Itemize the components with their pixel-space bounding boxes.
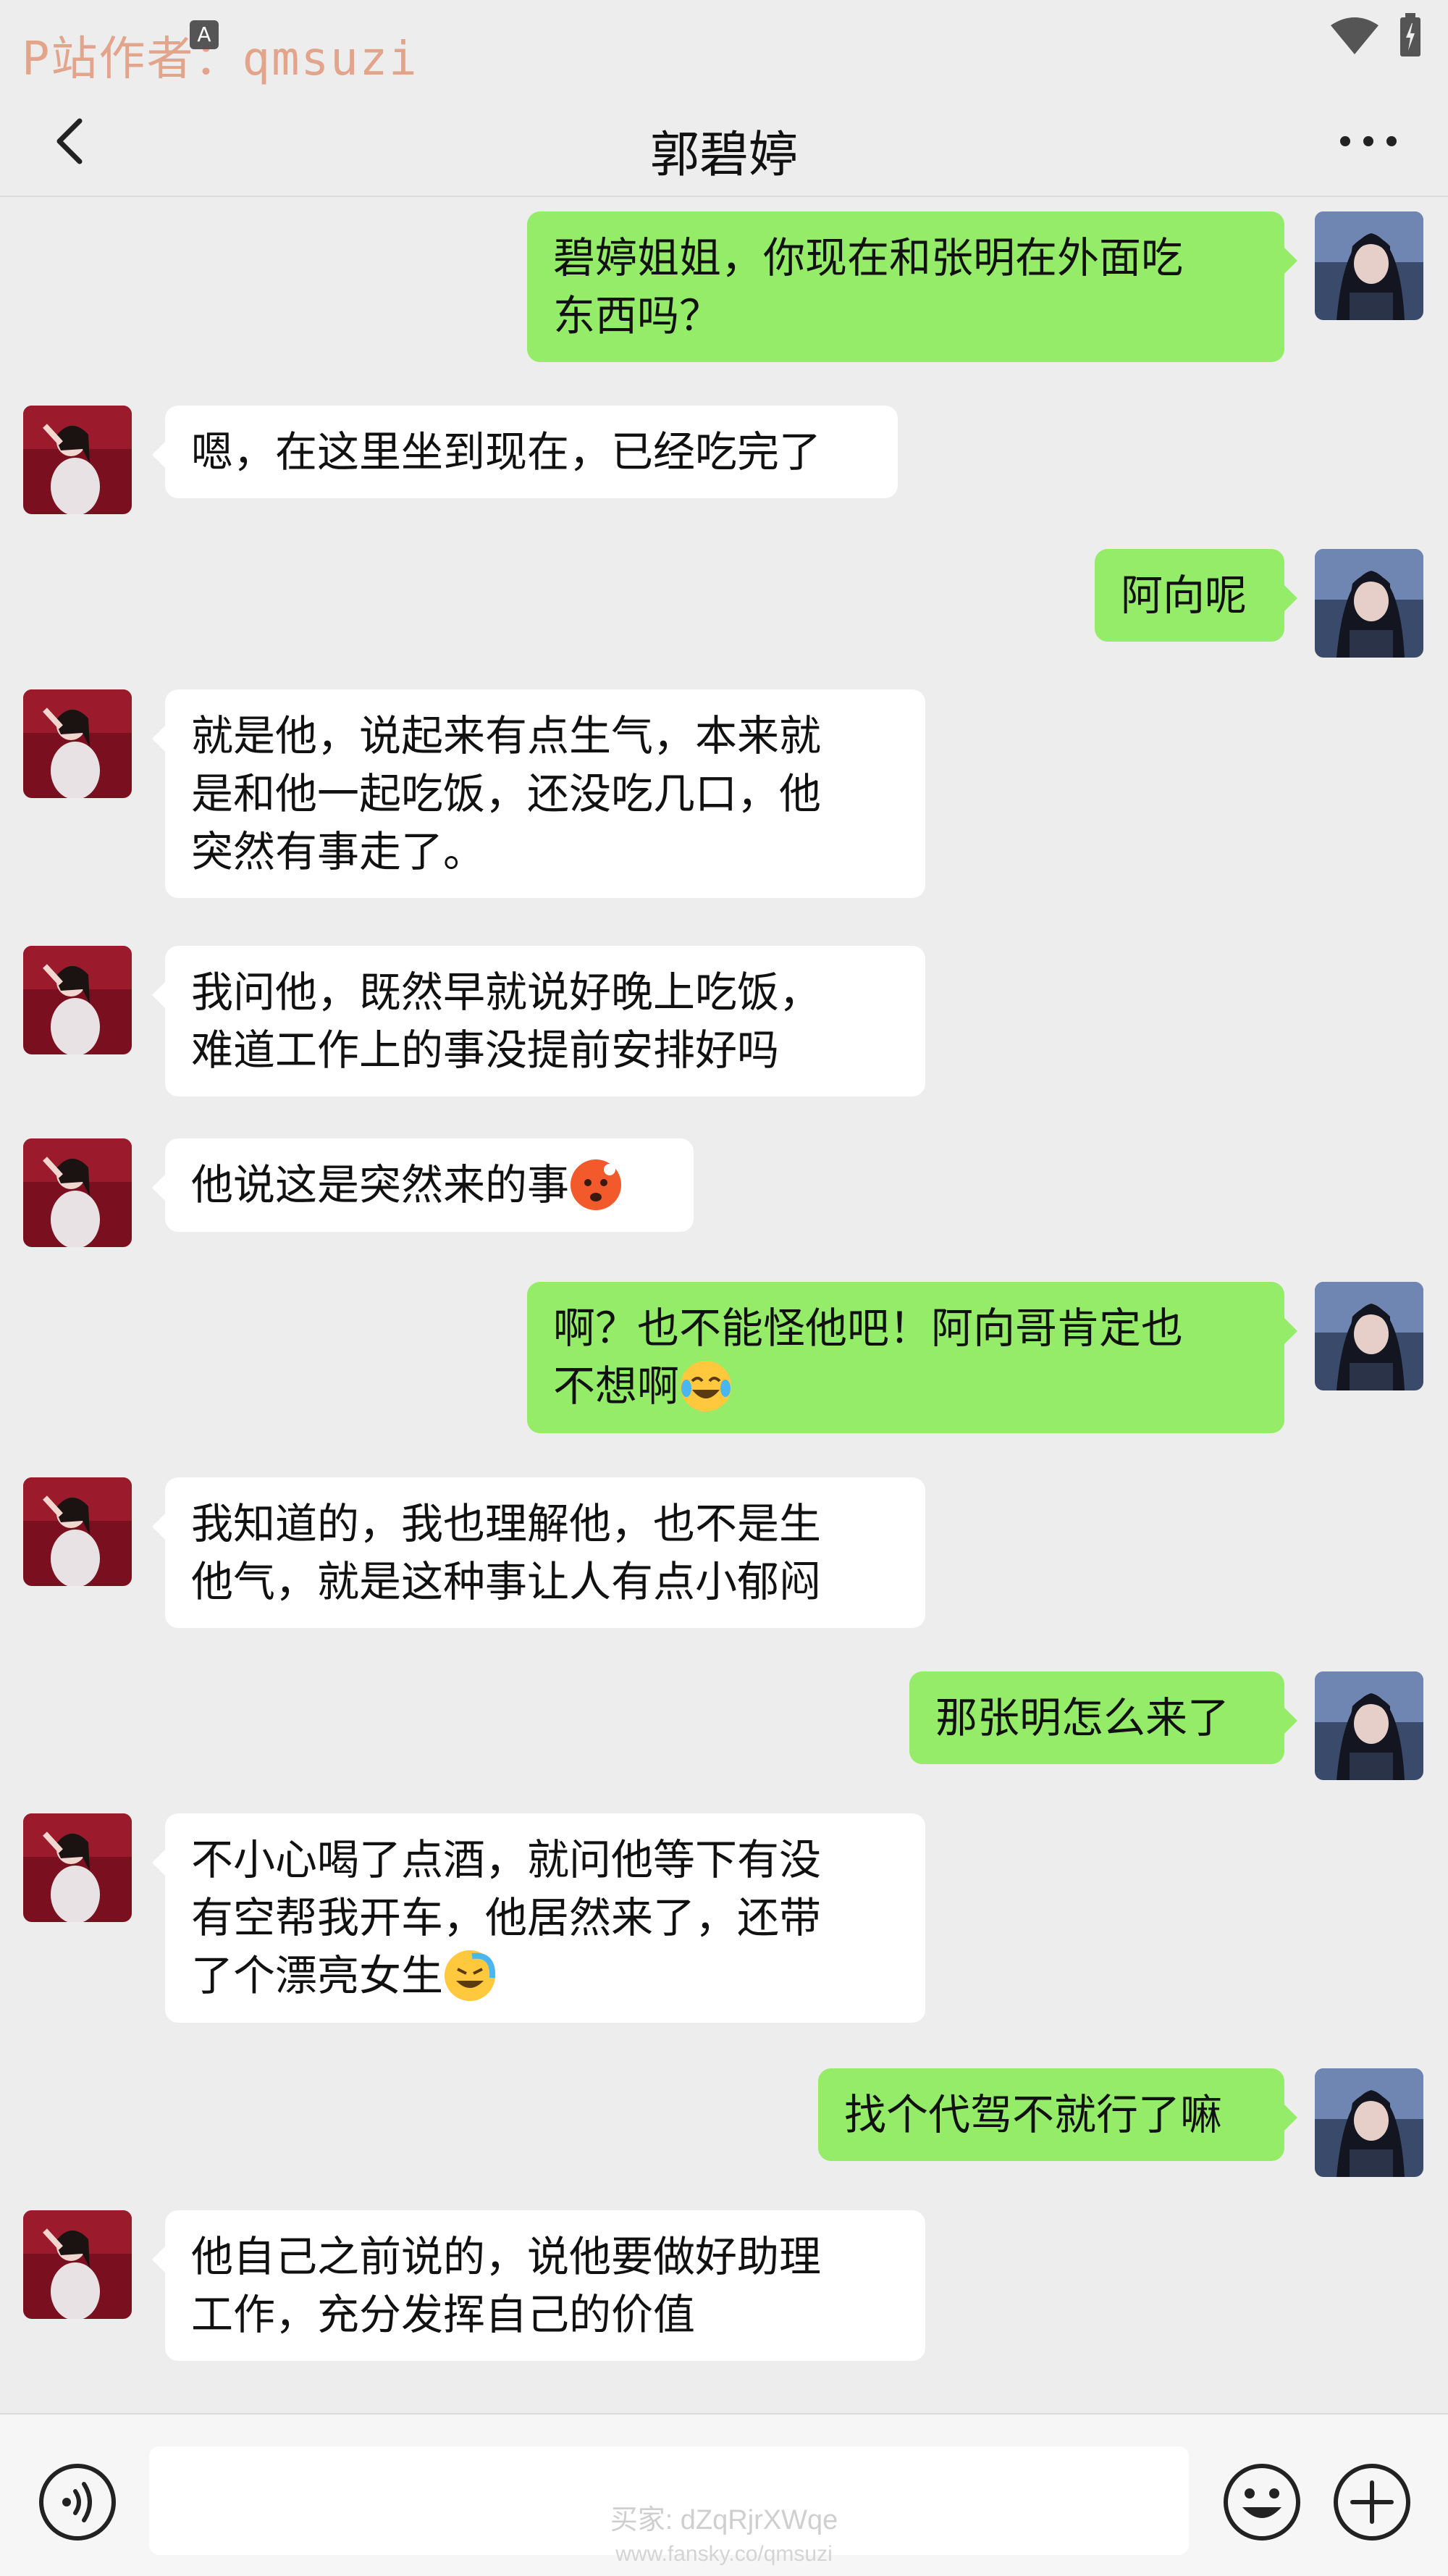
- buyer-watermark: 买家: dZqRjrXWqe: [610, 2505, 838, 2535]
- contact-avatar[interactable]: [23, 689, 132, 798]
- my-avatar[interactable]: [1315, 549, 1423, 658]
- message-text-line: 啊？也不能怪他吧！阿向哥肯定也: [553, 1304, 1184, 1353]
- received-message-bubble[interactable]: 不小心喝了点酒，就问他等下有没 有空帮我开车，他居然来了，还带了个漂亮女生: [152, 1813, 925, 2023]
- sent-message-bubble[interactable]: 阿向呢: [1095, 549, 1297, 642]
- message-list[interactable]: 碧婷姐姐，你现在和张明在外面吃 东西吗？ 嗯，在这里坐到现在，已经吃完了阿向呢就是他…: [0, 197, 1448, 2413]
- my-avatar[interactable]: [1315, 2068, 1423, 2177]
- sent-message-bubble[interactable]: 那张明怎么来了: [909, 1671, 1297, 1764]
- contact-avatar[interactable]: [23, 946, 132, 1054]
- angry-face-emoji: [569, 1158, 623, 1212]
- contact-avatar[interactable]: [23, 2210, 132, 2319]
- message-text-line: 难道工作上的事没提前安排好吗: [191, 1025, 780, 1075]
- chat-screen: P站作者：qmsuzi A 郭碧婷 碧婷姐姐，你现在和张明在外面吃 东西吗？ 嗯，在…: [0, 0, 1448, 2576]
- message-text-line: 阿向呢: [1121, 571, 1247, 620]
- received-message-bubble[interactable]: 他自己之前说的，说他要做好助理 工作，充分发挥自己的价值: [152, 2210, 925, 2361]
- sent-message-bubble[interactable]: 找个代驾不就行了嘛: [818, 2068, 1297, 2161]
- received-message-bubble[interactable]: 我知道的，我也理解他，也不是生 他气，就是这种事让人有点小郁闷: [152, 1477, 925, 1628]
- contact-avatar[interactable]: [23, 1813, 132, 1922]
- message-text-line: 他自己之前说的，说他要做好助理: [191, 2232, 822, 2281]
- contact-avatar[interactable]: [23, 1138, 132, 1247]
- received-message-bubble[interactable]: 我问他，既然早就说好晚上吃饭， 难道工作上的事没提前安排好吗: [152, 946, 925, 1096]
- more-dots-icon[interactable]: [1332, 116, 1405, 167]
- crying-laughing-emoji: [443, 1949, 497, 2002]
- message-text-line: 东西吗？: [553, 291, 722, 340]
- message-text-line: 我问他，既然早就说好晚上吃饭，: [191, 968, 822, 1017]
- notification-a-icon: A: [190, 20, 219, 49]
- message-text-line: 就是他，说起来有点生气，本来就: [191, 711, 822, 760]
- message-text-line: 工作，充分发挥自己的价值: [191, 2290, 696, 2339]
- message-text-line: 他气，就是这种事让人有点小郁闷: [191, 1557, 822, 1606]
- received-message-bubble[interactable]: 他说这是突然来的事: [152, 1138, 694, 1232]
- author-watermark: P站作者：qmsuzi: [22, 33, 418, 86]
- message-text-line: 不想啊: [553, 1357, 1258, 1416]
- message-text-line: 突然有事走了。: [191, 827, 486, 876]
- message-text-line: 那张明怎么来了: [935, 1693, 1230, 1742]
- message-text-line: 他说这是突然来的事: [191, 1156, 668, 1214]
- chat-title: 郭碧婷: [649, 127, 798, 184]
- my-avatar[interactable]: [1315, 1282, 1423, 1390]
- message-text-line: 嗯，在这里坐到现在，已经吃完了: [191, 427, 822, 477]
- message-text-line: 找个代驾不就行了嘛: [844, 2090, 1223, 2139]
- message-text-line: 是和他一起吃饭，还没吃几口，他: [191, 769, 822, 818]
- chat-header: 郭碧婷: [0, 87, 1448, 197]
- my-avatar[interactable]: [1315, 211, 1423, 320]
- message-text-line: 不小心喝了点酒，就问他等下有没: [191, 1835, 822, 1884]
- sent-message-bubble[interactable]: 碧婷姐姐，你现在和张明在外面吃 东西吗？: [527, 211, 1297, 362]
- contact-avatar[interactable]: [23, 406, 132, 514]
- site-watermark: www.fansky.co/qmsuzi: [615, 2542, 833, 2566]
- my-avatar[interactable]: [1315, 1671, 1423, 1780]
- message-text-line: 我知道的，我也理解他，也不是生: [191, 1499, 822, 1548]
- wifi-icon: [1331, 17, 1378, 54]
- received-message-bubble[interactable]: 嗯，在这里坐到现在，已经吃完了: [152, 406, 898, 498]
- received-message-bubble[interactable]: 就是他，说起来有点生气，本来就 是和他一起吃饭，还没吃几口，他 突然有事走了。: [152, 689, 925, 898]
- message-text-line: 了个漂亮女生: [191, 1947, 899, 2005]
- message-text-line: 碧婷姐姐，你现在和张明在外面吃: [553, 233, 1184, 282]
- contact-avatar[interactable]: [23, 1477, 132, 1586]
- battery-icon: [1400, 13, 1420, 56]
- status-bar: [1329, 13, 1422, 58]
- sent-message-bubble[interactable]: 啊？也不能怪他吧！阿向哥肯定也 不想啊: [527, 1282, 1297, 1433]
- tears-of-joy-emoji: [679, 1359, 733, 1413]
- message-text-line: 有空帮我开车，他居然来了，还带: [191, 1893, 822, 1942]
